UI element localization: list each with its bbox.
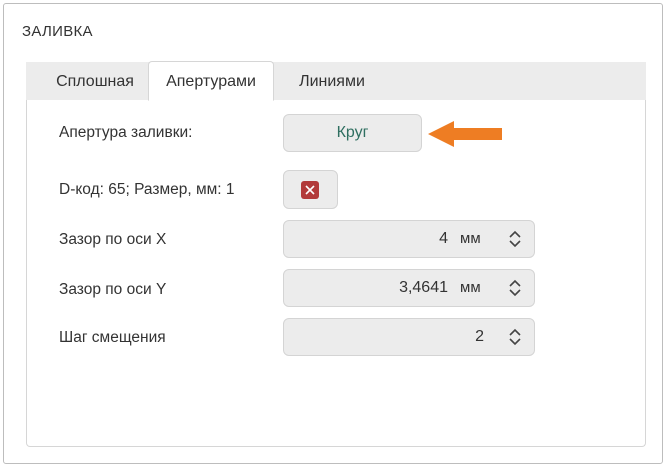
gap-y-unit: мм [460,279,481,296]
gap-y-label: Зазор по оси Y [59,281,167,298]
chevron-up-down-icon[interactable] [508,328,522,346]
chevron-up-down-icon[interactable] [508,279,522,297]
gap-x-field[interactable]: 4 мм [283,220,535,258]
arrow-left-icon [428,121,502,147]
close-icon [301,181,319,199]
offset-step-value[interactable]: 2 [475,319,484,355]
section-title: ЗАЛИВКА [22,23,93,40]
aperture-label: Апертура заливки: [59,124,193,141]
gap-y-field[interactable]: 3,4641 мм [283,269,535,307]
gap-x-unit: мм [460,230,481,247]
gap-x-label: Зазор по оси X [59,231,167,248]
tab-lines[interactable]: Линиями [276,62,388,100]
tab-solid[interactable]: Сплошная [36,62,154,100]
gap-x-value[interactable]: 4 [439,221,448,257]
gap-y-value[interactable]: 3,4641 [399,270,448,306]
offset-step-label: Шаг смещения [59,329,166,346]
aperture-select-button[interactable]: Круг [283,114,422,152]
remove-aperture-button[interactable] [283,170,338,209]
tab-apertures[interactable]: Апертурами [148,61,274,101]
tab-bar: Сплошная Апертурами Линиями [26,61,646,101]
offset-step-field[interactable]: 2 [283,318,535,356]
chevron-up-down-icon[interactable] [508,230,522,248]
dcode-label: D-код: 65; Размер, мм: 1 [59,181,235,198]
